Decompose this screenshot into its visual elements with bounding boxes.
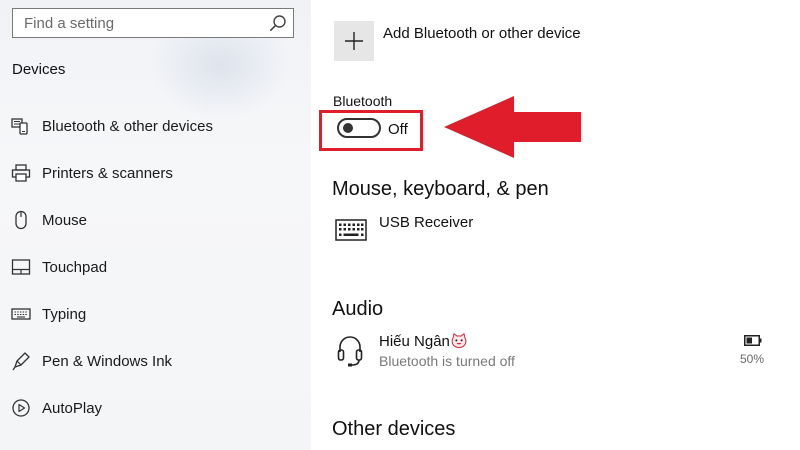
sidebar-item-label: Bluetooth & other devices bbox=[42, 117, 213, 135]
cat-face-icon bbox=[451, 333, 467, 348]
bluetooth-toggle[interactable] bbox=[337, 118, 381, 138]
sidebar-item-mouse[interactable]: Mouse bbox=[0, 200, 311, 240]
mouse-icon bbox=[15, 210, 27, 230]
sidebar-item-label: Touchpad bbox=[42, 258, 108, 276]
sidebar-item-label: Pen & Windows Ink bbox=[42, 352, 173, 370]
search-input[interactable] bbox=[13, 9, 263, 37]
bluetooth-state-text: Off bbox=[388, 121, 408, 138]
sidebar-item-typing[interactable]: Typing bbox=[0, 294, 311, 334]
device-name-text: Hiếu Ngân bbox=[379, 333, 450, 350]
sidebar-item-touchpad[interactable]: Touchpad bbox=[0, 247, 311, 287]
pen-icon bbox=[12, 352, 30, 371]
section-heading-other-devices: Other devices bbox=[332, 418, 456, 440]
device-row[interactable]: USB Receiver bbox=[311, 208, 800, 252]
toggle-knob bbox=[343, 123, 353, 133]
touchpad-icon bbox=[11, 259, 31, 275]
add-device-button[interactable] bbox=[334, 21, 374, 61]
add-device-label[interactable]: Add Bluetooth or other device bbox=[383, 25, 581, 42]
device-status: Bluetooth is turned off bbox=[379, 353, 515, 369]
search-icon[interactable] bbox=[269, 14, 287, 32]
device-row[interactable]: Hiếu Ngân Bluetooth is turned off 50% bbox=[311, 330, 800, 374]
plus-icon bbox=[345, 32, 363, 50]
sidebar-item-bluetooth-devices[interactable]: Bluetooth & other devices bbox=[0, 106, 311, 146]
main-pane: Add Bluetooth or other device Bluetooth … bbox=[311, 0, 800, 450]
sidebar-item-pen[interactable]: Pen & Windows Ink bbox=[0, 341, 311, 381]
printer-icon bbox=[11, 164, 31, 182]
device-name: USB Receiver bbox=[379, 214, 474, 231]
section-heading-input: Mouse, keyboard, & pen bbox=[332, 178, 549, 200]
search-box[interactable] bbox=[12, 8, 294, 38]
section-title: Devices bbox=[12, 61, 66, 78]
battery-percent: 50% bbox=[740, 352, 765, 366]
sidebar-item-autoplay[interactable]: AutoPlay bbox=[0, 388, 311, 428]
sidebar: Devices Bluetooth & other devices Printe… bbox=[0, 0, 311, 450]
autoplay-icon bbox=[12, 399, 30, 417]
device-name: Hiếu Ngân bbox=[379, 333, 467, 350]
bluetooth-label: Bluetooth bbox=[333, 93, 393, 109]
sidebar-item-label: Typing bbox=[42, 305, 87, 323]
section-heading-audio: Audio bbox=[332, 298, 384, 320]
red-arrow-annotation bbox=[444, 96, 581, 158]
keyboard-icon bbox=[335, 219, 367, 241]
sidebar-item-label: Printers & scanners bbox=[42, 164, 173, 182]
sidebar-item-printers[interactable]: Printers & scanners bbox=[0, 153, 311, 193]
sidebar-item-label: Mouse bbox=[42, 211, 88, 229]
bluetooth-devices-icon bbox=[11, 118, 28, 135]
sidebar-item-label: AutoPlay bbox=[42, 399, 103, 417]
headset-icon bbox=[337, 336, 363, 367]
keyboard-icon bbox=[11, 308, 31, 320]
battery-icon bbox=[744, 335, 762, 346]
